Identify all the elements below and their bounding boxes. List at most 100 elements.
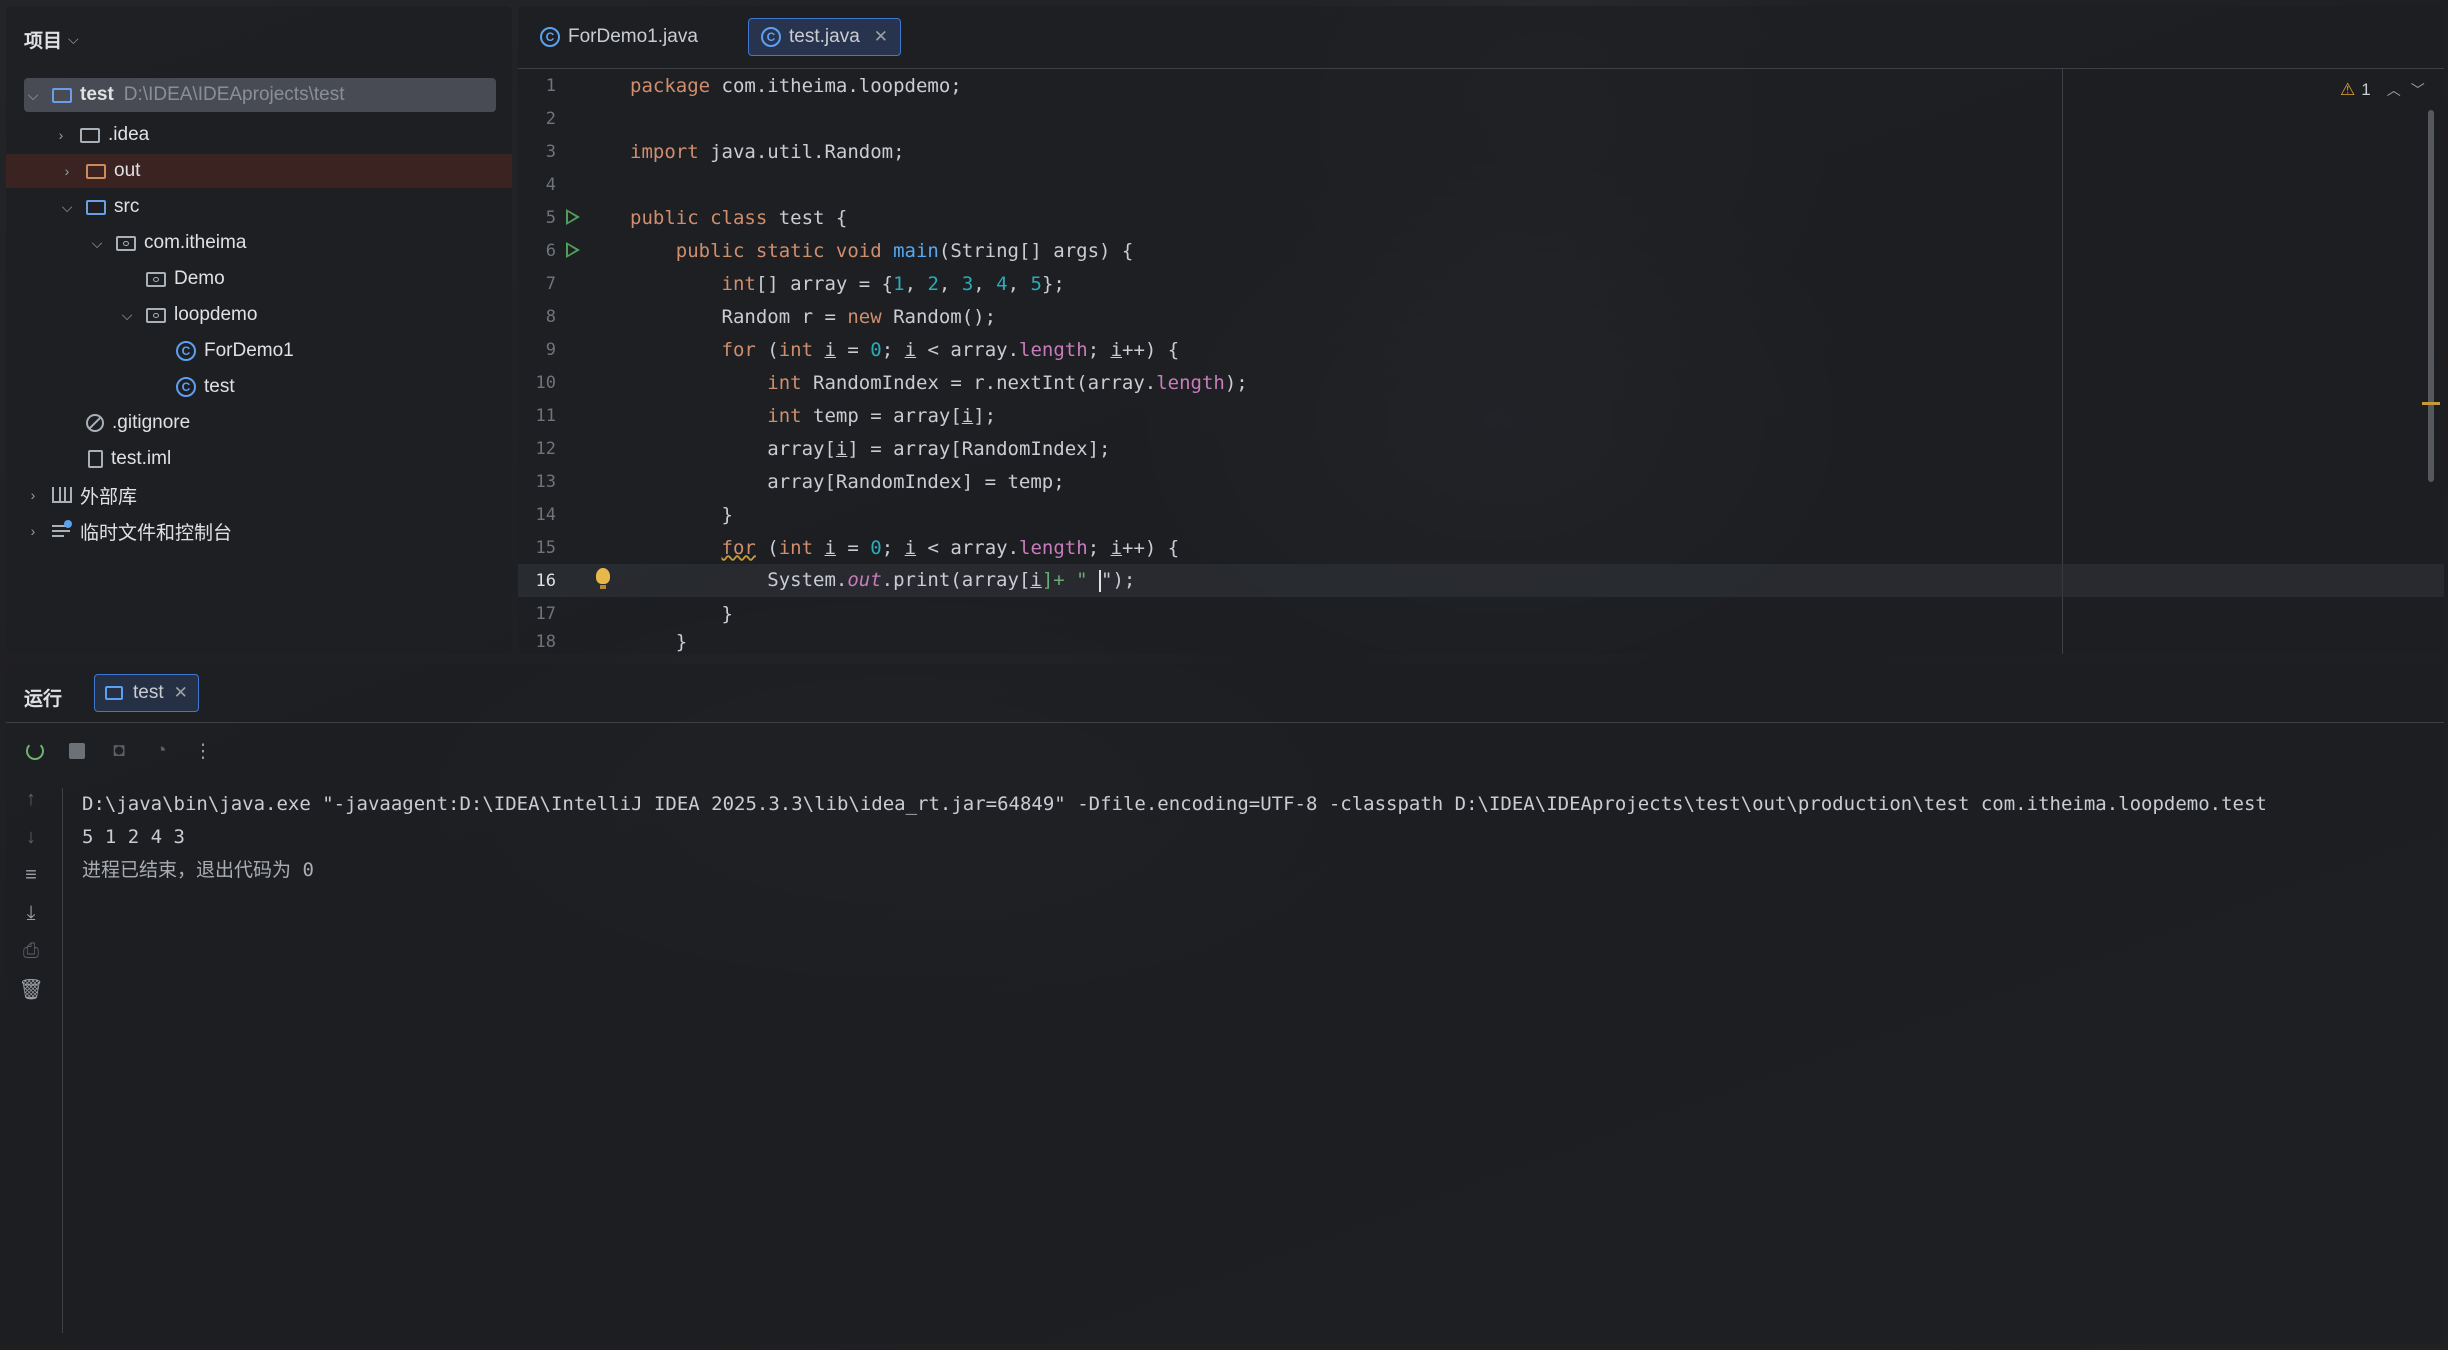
code-line[interactable]: 11 int temp = array[i]; [518,399,2444,432]
run-panel: 运行 test ✕ ◘ ◔ ⋮ ↑ ↓ ≡ ⤓ ⎙ 🗑 D:\java\bin\… [6,664,2444,1344]
scroll-to-end-icon[interactable]: ⤓ [20,902,42,924]
line-number: 2 [545,108,556,129]
code-line[interactable]: 15 for (int i = 0; i < array.length; i++… [518,531,2444,564]
code-line[interactable]: 4 [518,168,2444,201]
tab-test[interactable]: C test.java ✕ [748,18,902,56]
code-line[interactable]: 6 public static void main(String[] args)… [518,234,2444,267]
console-output[interactable]: D:\java\bin\java.exe "-javaagent:D:\IDEA… [82,788,2267,887]
expand-arrow-icon[interactable]: ⌵ [24,87,42,104]
code-line[interactable]: 13 array[RandomIndex] = temp; [518,465,2444,498]
project-path: D:\IDEA\IDEAprojects\test [123,84,345,105]
run-tab-test[interactable]: test ✕ [94,674,199,712]
project-header[interactable]: 项目 ⌵ [24,26,79,53]
line-number: 18 [535,632,556,652]
expand-arrow-icon[interactable]: ⌵ [88,235,106,252]
run-gutter-icon[interactable] [566,242,580,258]
code-line[interactable]: 14 } [518,498,2444,531]
tree-item-label: test.iml [111,448,172,469]
line-number: 14 [535,504,556,525]
camera-icon[interactable]: ◘ [108,740,130,762]
project-panel: 项目 ⌵ ⌵ test D:\IDEA\IDEAprojects\test › … [6,6,512,654]
ignored-file-icon [86,414,104,432]
tree-item-label: out [114,160,141,181]
tree-item-label: .gitignore [112,412,191,433]
tree-item-com-itheima[interactable]: ⌵ com.itheima [6,226,496,260]
tree-item-test-class[interactable]: C test [6,370,496,404]
code-line[interactable]: 7 int[] array = {1, 2, 3, 4, 5}; [518,267,2444,300]
tree-item-label: .idea [108,124,150,145]
tree-item-external-libraries[interactable]: › 外部库 [6,478,496,512]
side-toolbar-divider [62,788,63,1333]
line-number: 5 [545,207,556,228]
package-icon [116,235,136,251]
rerun-button[interactable] [24,740,46,762]
code-line[interactable]: 1 package com.itheima.loopdemo; [518,69,2444,102]
tree-item-label: loopdemo [174,304,258,325]
code-line[interactable]: 17 } [518,597,2444,630]
code-line[interactable]: 2 [518,102,2444,135]
trash-icon[interactable]: 🗑 [18,978,43,1001]
line-number: 3 [545,141,556,162]
tab-fordemo1[interactable]: C ForDemo1.java [528,18,710,56]
code-line[interactable]: 18 } [518,630,2444,654]
tree-item-label: test [204,376,235,397]
code-line[interactable]: 3 import java.util.Random; [518,135,2444,168]
tree-item-fordemo1[interactable]: C ForDemo1 [6,334,496,368]
tab-label: test.java [789,26,860,47]
tree-item-test-iml[interactable]: test.iml [6,442,496,476]
more-options-icon[interactable]: ⋮ [192,740,214,762]
run-panel-title: 运行 [24,689,63,710]
class-icon: C [176,377,196,397]
run-divider [6,722,2444,723]
stop-icon [69,743,85,759]
expand-arrow-icon[interactable]: › [58,163,76,179]
tree-item-loopdemo[interactable]: ⌵ loopdemo [6,298,496,332]
run-toolbar: ◘ ◔ ⋮ [24,740,214,762]
expand-arrow-icon[interactable]: › [24,523,42,539]
tree-item-test-root[interactable]: ⌵ test D:\IDEA\IDEAprojects\test [24,78,496,112]
print-icon[interactable]: ⎙ [20,940,42,962]
code-line-current[interactable]: 16 System.out.print(array[i]+ " "); [518,564,2444,597]
tree-item-label: com.itheima [144,232,247,253]
lightbulb-icon[interactable] [596,568,610,589]
expand-arrow-icon[interactable]: ⌵ [58,199,76,216]
code-line[interactable]: 9 for (int i = 0; i < array.length; i++)… [518,333,2444,366]
code-line[interactable]: 5 public class test { [518,201,2444,234]
line-number: 10 [535,372,556,393]
console-icon [105,686,123,700]
class-icon: C [540,27,560,47]
close-icon[interactable]: ✕ [874,27,888,47]
line-number: 6 [545,240,556,261]
chevron-down-icon: ⌵ [68,31,79,47]
expand-arrow-icon[interactable]: › [24,487,42,503]
code-line[interactable]: 10 int RandomIndex = r.nextInt(array.len… [518,366,2444,399]
project-header-label: 项目 [24,31,63,52]
tree-item-label: src [114,196,140,217]
soft-wrap-icon[interactable]: ≡ [20,864,42,886]
run-tab-label: test [133,682,164,703]
expand-arrow-icon[interactable]: ⌵ [118,307,136,324]
stop-button[interactable] [66,740,88,762]
profiler-icon[interactable]: ◔ [150,740,172,762]
code-line[interactable]: 12 array[i] = array[RandomIndex]; [518,432,2444,465]
folder-icon [80,127,100,143]
console-side-toolbar: ↑ ↓ ≡ ⤓ ⎙ 🗑 [18,788,43,1001]
tree-item-idea[interactable]: › .idea [6,118,496,152]
line-number: 7 [545,273,556,294]
tree-item-label: test [80,84,114,105]
close-icon[interactable]: ✕ [174,683,188,703]
arrow-down-icon[interactable]: ↓ [20,826,42,848]
source-folder-icon [86,199,106,215]
run-gutter-icon[interactable] [566,209,580,225]
code-line[interactable]: 8 Random r = new Random(); [518,300,2444,333]
editor-panel: C ForDemo1.java C test.java ✕ ⚠ 1 ︿ ﹀ 1 … [518,6,2444,654]
tree-item-scratches[interactable]: › 临时文件和控制台 [6,514,496,548]
tree-item-demo[interactable]: Demo [6,262,496,296]
tree-item-out[interactable]: › out [6,154,512,188]
arrow-up-icon[interactable]: ↑ [20,788,42,810]
expand-arrow-icon[interactable]: › [52,127,70,143]
tree-item-gitignore[interactable]: .gitignore [6,406,496,440]
class-icon: C [761,27,781,47]
tree-item-src[interactable]: ⌵ src [6,190,496,224]
line-number: 15 [535,537,556,558]
